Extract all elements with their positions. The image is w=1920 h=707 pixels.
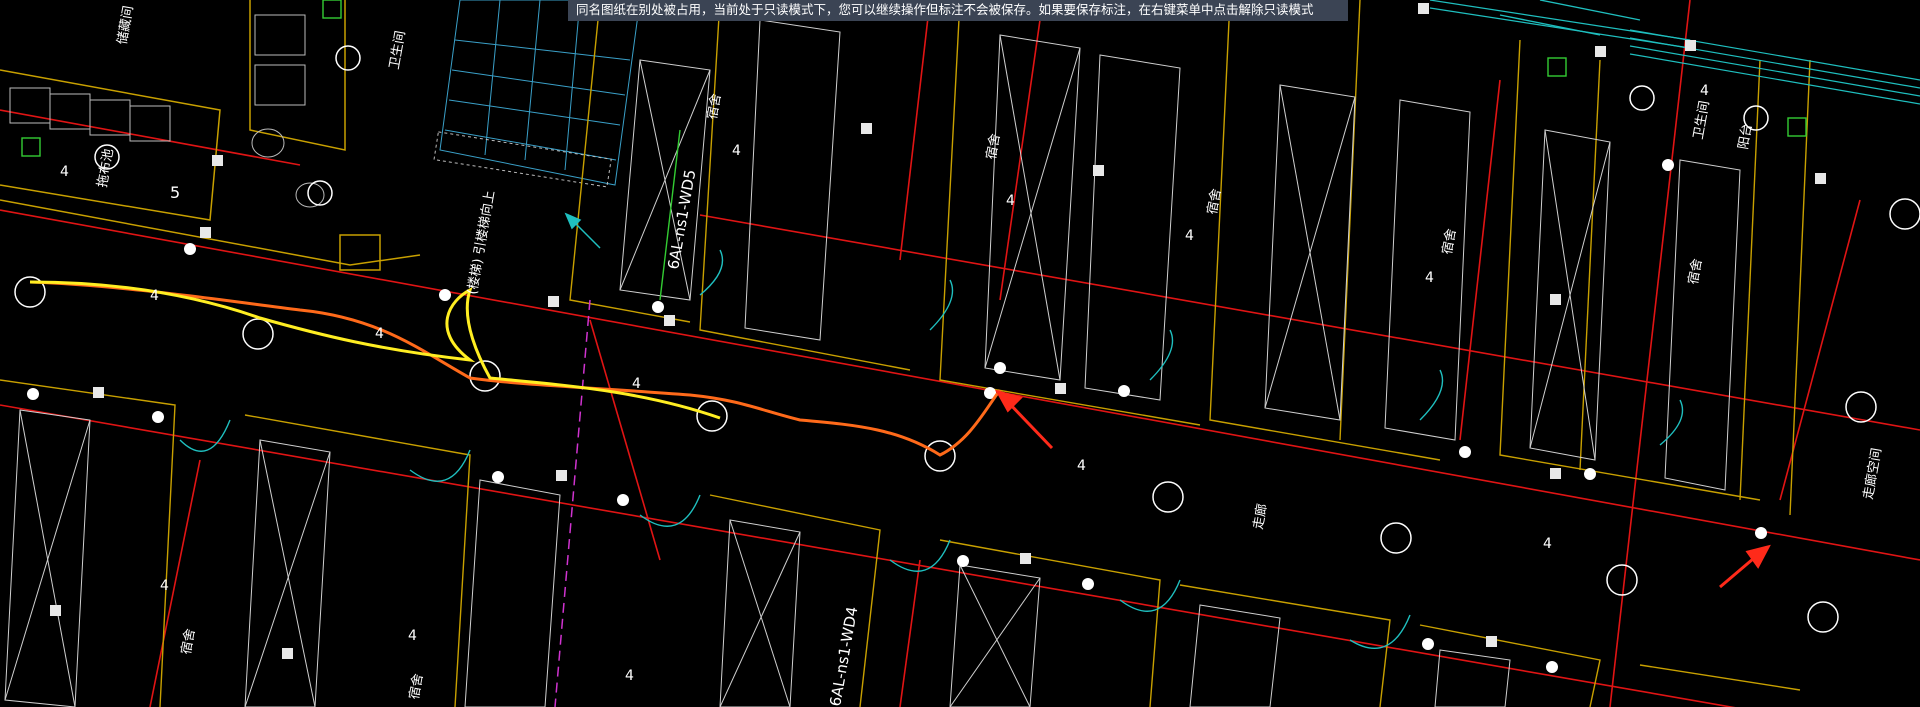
wire-count-13: 4 [160, 578, 169, 594]
wire-count-4: 4 [1077, 458, 1086, 474]
canvas-background [0, 0, 1920, 707]
wire-count-10: 4 [1185, 228, 1194, 244]
wire-count-3: 4 [632, 376, 641, 392]
cad-drawing-canvas[interactable]: 6AL-ns1-WD5 6AL-ns1-WD4 (楼梯) 引楼梯向上 卫生间 走… [0, 0, 1920, 707]
wire-count-8: 4 [732, 143, 741, 159]
wire-count-11: 4 [1425, 270, 1434, 286]
wire-count-14: 4 [408, 628, 417, 644]
wire-count-7: 4 [60, 164, 69, 180]
wire-count-15: 4 [625, 668, 634, 684]
wire-count-5: 4 [1543, 536, 1552, 552]
wire-count-12: 4 [1700, 83, 1709, 99]
read-only-banner: 同名图纸在别处被占用，当前处于只读模式下，您可以继续操作但标注不会被保存。如果要… [568, 0, 1348, 21]
wire-count-2: 4 [375, 326, 384, 342]
wire-count-6: 5 [170, 183, 180, 202]
wire-count-9: 4 [1006, 193, 1015, 209]
wire-count-1: 4 [150, 288, 159, 304]
